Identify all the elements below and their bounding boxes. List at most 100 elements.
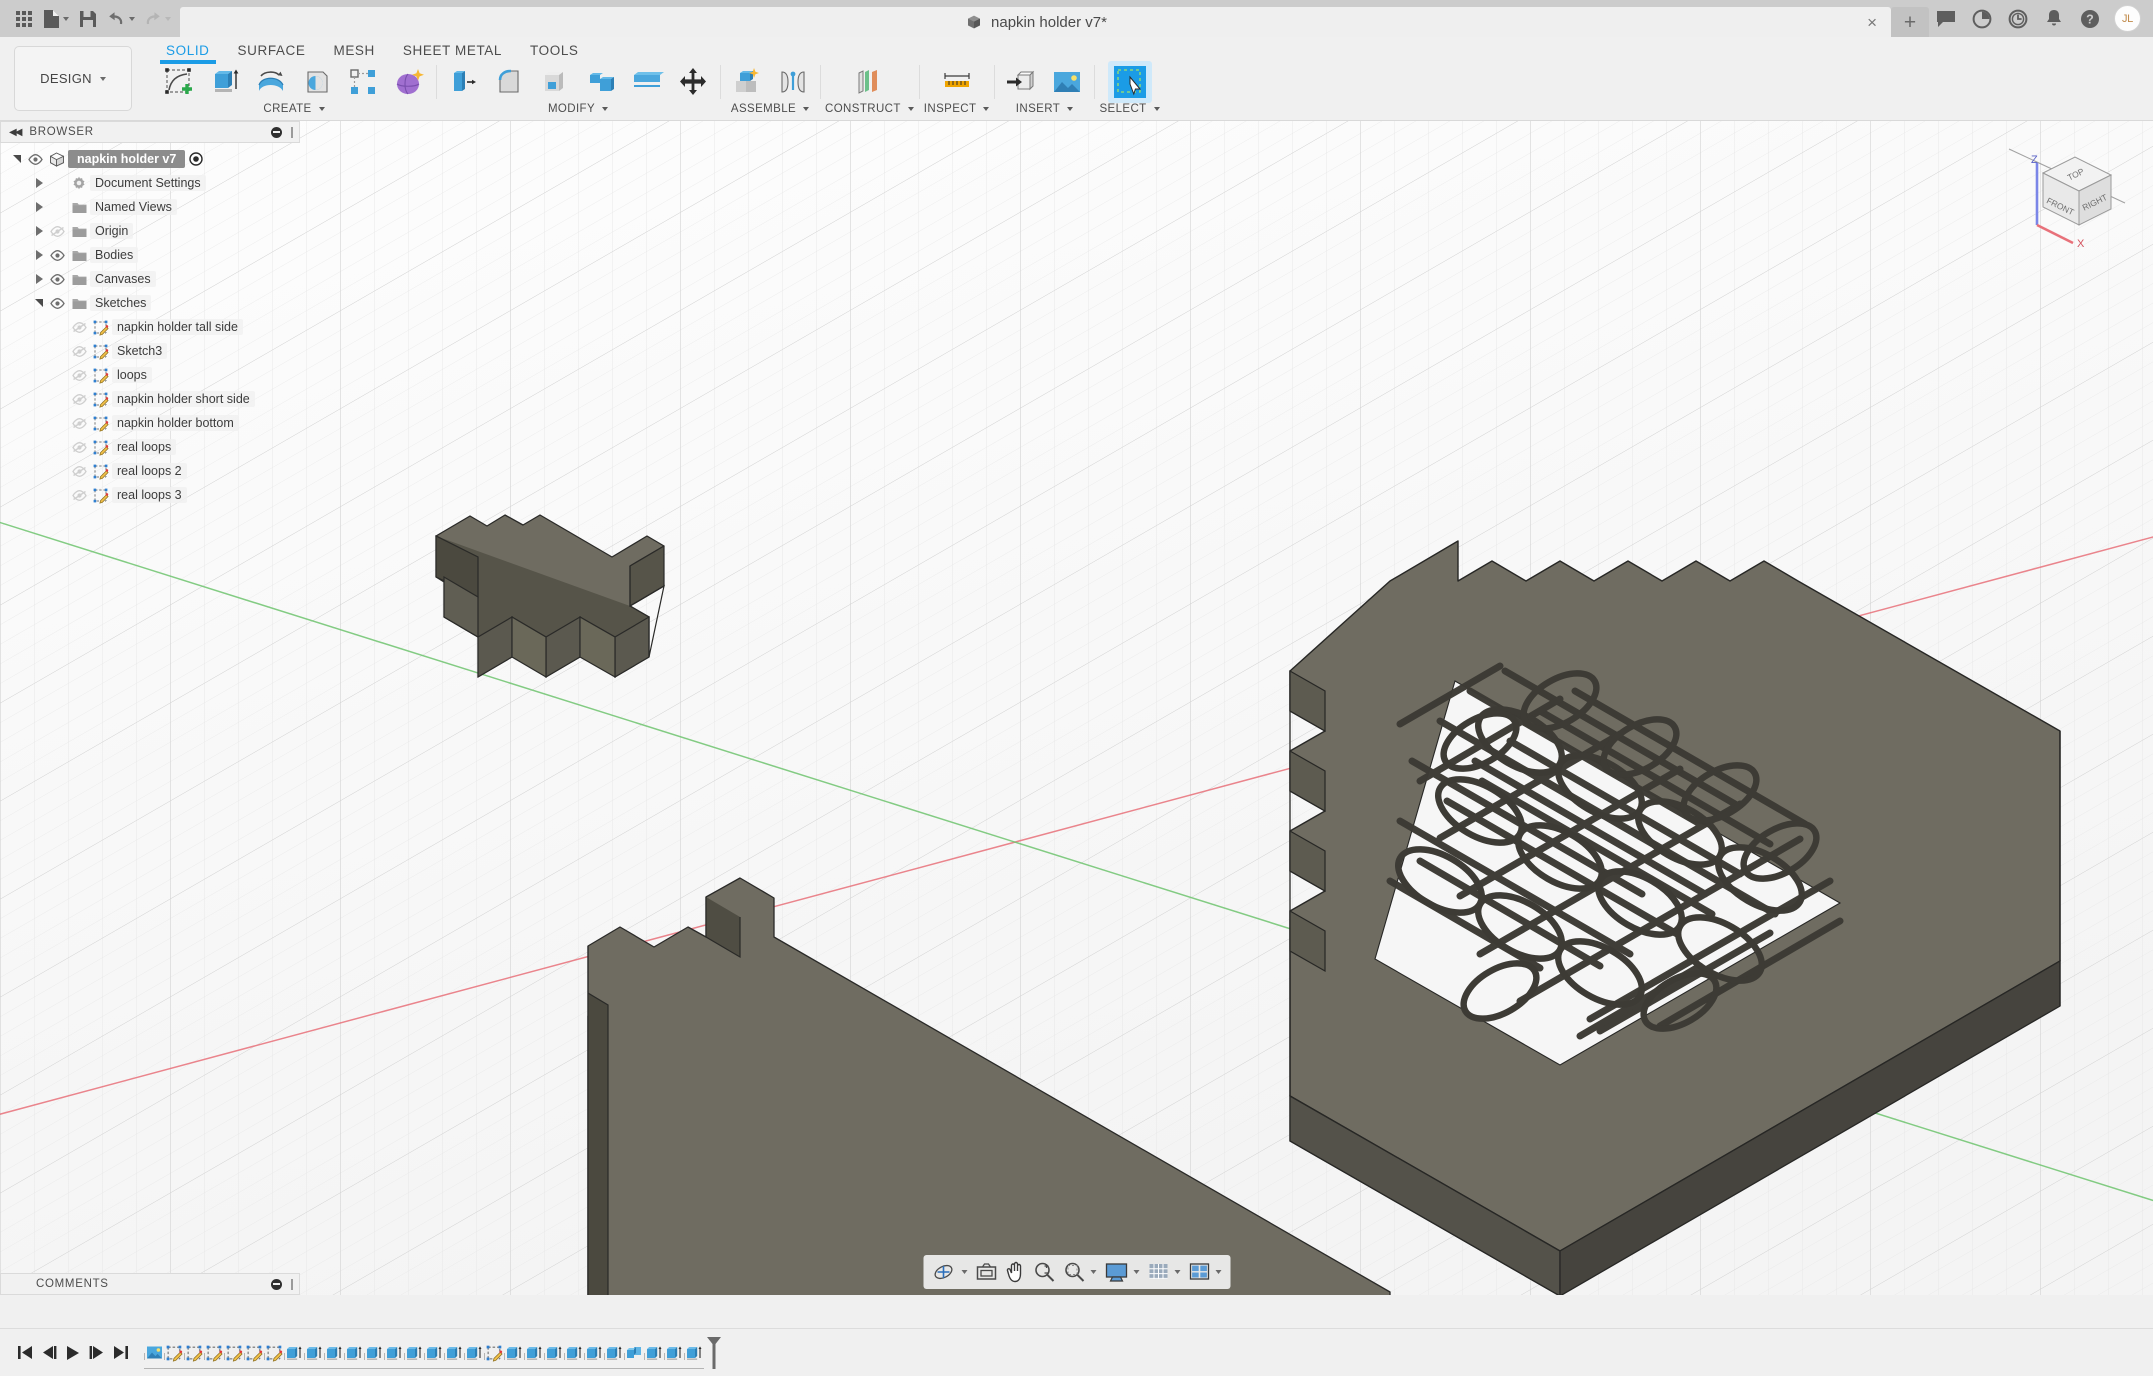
expand-toggle[interactable] [32, 202, 46, 212]
3d-viewport[interactable]: ◀◀ BROWSER napkin holder v7Document Sett… [0, 121, 2153, 1295]
help-icon[interactable]: ? [2073, 2, 2107, 36]
view-cube-graphic[interactable]: TOP FRONT RIGHT Z X [2007, 133, 2127, 248]
component-activate-toggle[interactable] [185, 152, 207, 166]
viewport-canvas[interactable] [0, 121, 2153, 1295]
fit-button[interactable] [1060, 1258, 1099, 1286]
look-at-button[interactable] [972, 1258, 1000, 1286]
extrude-button[interactable] [203, 61, 247, 103]
workspace-switcher-button[interactable]: DESIGN [14, 46, 132, 111]
expand-toggle[interactable] [32, 178, 46, 188]
browser-tree-item-canvases[interactable]: Canvases [0, 267, 300, 291]
fillet-button[interactable] [487, 61, 531, 103]
visibility-toggle[interactable] [68, 394, 90, 405]
insert-canvas-button[interactable] [1045, 61, 1089, 103]
browser-tree-item-napkin-holder-bottom[interactable]: napkin holder bottom [0, 411, 300, 435]
pattern-button[interactable] [341, 61, 385, 103]
measure-button[interactable] [935, 61, 979, 103]
construct-plane-button[interactable] [847, 61, 891, 103]
visibility-toggle[interactable] [68, 322, 90, 333]
tab-surface[interactable]: SURFACE [224, 43, 320, 61]
orbit-button[interactable] [929, 1258, 970, 1286]
display-settings-button[interactable] [1101, 1258, 1142, 1286]
browser-tree-item-bodies[interactable]: Bodies [0, 243, 300, 267]
panel-minimize-button[interactable] [271, 127, 282, 138]
activate-component-radio[interactable] [189, 152, 203, 166]
recent-activity-icon[interactable] [2001, 2, 2035, 36]
visibility-toggle[interactable] [46, 298, 68, 309]
tab-tools[interactable]: TOOLS [516, 43, 593, 61]
browser-tree-item-napkin-holder-tall-side[interactable]: napkin holder tall side [0, 315, 300, 339]
visibility-toggle[interactable] [68, 370, 90, 381]
document-tab[interactable]: napkin holder v7* × [180, 7, 1891, 37]
joint-button[interactable] [771, 61, 815, 103]
scale-button[interactable] [625, 61, 669, 103]
timeline-step-forward-button[interactable] [86, 1338, 108, 1368]
revolve-button[interactable] [249, 61, 293, 103]
select-button[interactable] [1108, 61, 1152, 103]
create-sketch-button[interactable] [157, 61, 201, 103]
grid-snaps-button[interactable] [1144, 1258, 1183, 1286]
browser-tree-item-loops[interactable]: loops [0, 363, 300, 387]
browser-tree-item-real-loops-2[interactable]: real loops 2 [0, 459, 300, 483]
expand-toggle[interactable] [32, 250, 46, 260]
app-grid-button[interactable] [10, 4, 38, 34]
visibility-toggle[interactable] [24, 154, 46, 165]
ribbon-group-label-inspect[interactable]: INSPECT [924, 103, 990, 115]
press-pull-button[interactable] [441, 61, 485, 103]
visibility-toggle[interactable] [68, 466, 90, 477]
move-copy-button[interactable] [671, 61, 715, 103]
tab-solid[interactable]: SOLID [152, 43, 224, 61]
avatar[interactable]: JL [2114, 5, 2141, 32]
comments-add-button[interactable] [271, 1279, 282, 1290]
browser-tree-item-document-settings[interactable]: Document Settings [0, 171, 300, 195]
ribbon-group-label-modify[interactable]: MODIFY [548, 103, 608, 115]
timeline-go-end-button[interactable] [110, 1338, 132, 1368]
undo-button[interactable] [104, 4, 138, 34]
visibility-toggle[interactable] [46, 226, 68, 237]
new-document-button[interactable] [40, 4, 72, 34]
visibility-toggle[interactable] [46, 274, 68, 285]
sweep-button[interactable] [295, 61, 339, 103]
timeline-playhead-marker[interactable] [706, 1336, 722, 1370]
comments-icon[interactable] [1929, 2, 1963, 36]
create-form-button[interactable] [387, 61, 431, 103]
timeline-step-back-button[interactable] [38, 1338, 60, 1368]
view-cube[interactable]: TOP FRONT RIGHT Z X [2007, 133, 2127, 248]
expand-toggle[interactable] [32, 226, 46, 236]
insert-derive-button[interactable] [999, 61, 1043, 103]
browser-tree-item-napkin-holder-short-side[interactable]: napkin holder short side [0, 387, 300, 411]
timeline-play-button[interactable] [62, 1338, 84, 1368]
timeline-feature-track[interactable] [144, 1329, 722, 1376]
pan-button[interactable] [1002, 1258, 1028, 1286]
browser-tree-item-sketches[interactable]: Sketches [0, 291, 300, 315]
ribbon-group-label-assemble[interactable]: ASSEMBLE [731, 103, 809, 115]
browser-tree-item-real-loops[interactable]: real loops [0, 435, 300, 459]
timeline-go-start-button[interactable] [14, 1338, 36, 1368]
ribbon-group-label-create[interactable]: CREATE [263, 103, 324, 115]
ribbon-group-label-construct[interactable]: CONSTRUCT [825, 103, 914, 115]
save-button[interactable] [74, 4, 102, 34]
viewports-button[interactable] [1185, 1258, 1224, 1286]
browser-tree-item-named-views[interactable]: Named Views [0, 195, 300, 219]
redo-button[interactable] [140, 4, 174, 34]
visibility-toggle[interactable] [46, 250, 68, 261]
shell-button[interactable] [533, 61, 577, 103]
collapse-panel-button[interactable]: ◀◀ [9, 127, 20, 138]
new-tab-button[interactable]: + [1891, 7, 1929, 37]
new-component-button[interactable] [725, 61, 769, 103]
collapse-toggle[interactable] [10, 155, 24, 163]
browser-tree-item-napkin-holder-v7[interactable]: napkin holder v7 [0, 147, 300, 171]
draft-button[interactable] [579, 61, 623, 103]
ribbon-group-label-select[interactable]: SELECT [1099, 103, 1159, 115]
job-status-icon[interactable] [1965, 2, 1999, 36]
visibility-toggle[interactable] [68, 418, 90, 429]
notifications-bell-icon[interactable] [2037, 2, 2071, 36]
browser-tree-item-origin[interactable]: Origin [0, 219, 300, 243]
visibility-toggle[interactable] [68, 442, 90, 453]
ribbon-group-label-insert[interactable]: INSERT [1016, 103, 1073, 115]
tab-sheet-metal[interactable]: SHEET METAL [389, 43, 516, 61]
close-document-button[interactable]: × [1867, 14, 1877, 31]
panel-resize-grip[interactable] [291, 127, 293, 138]
expand-toggle[interactable] [32, 274, 46, 284]
visibility-toggle[interactable] [68, 346, 90, 357]
